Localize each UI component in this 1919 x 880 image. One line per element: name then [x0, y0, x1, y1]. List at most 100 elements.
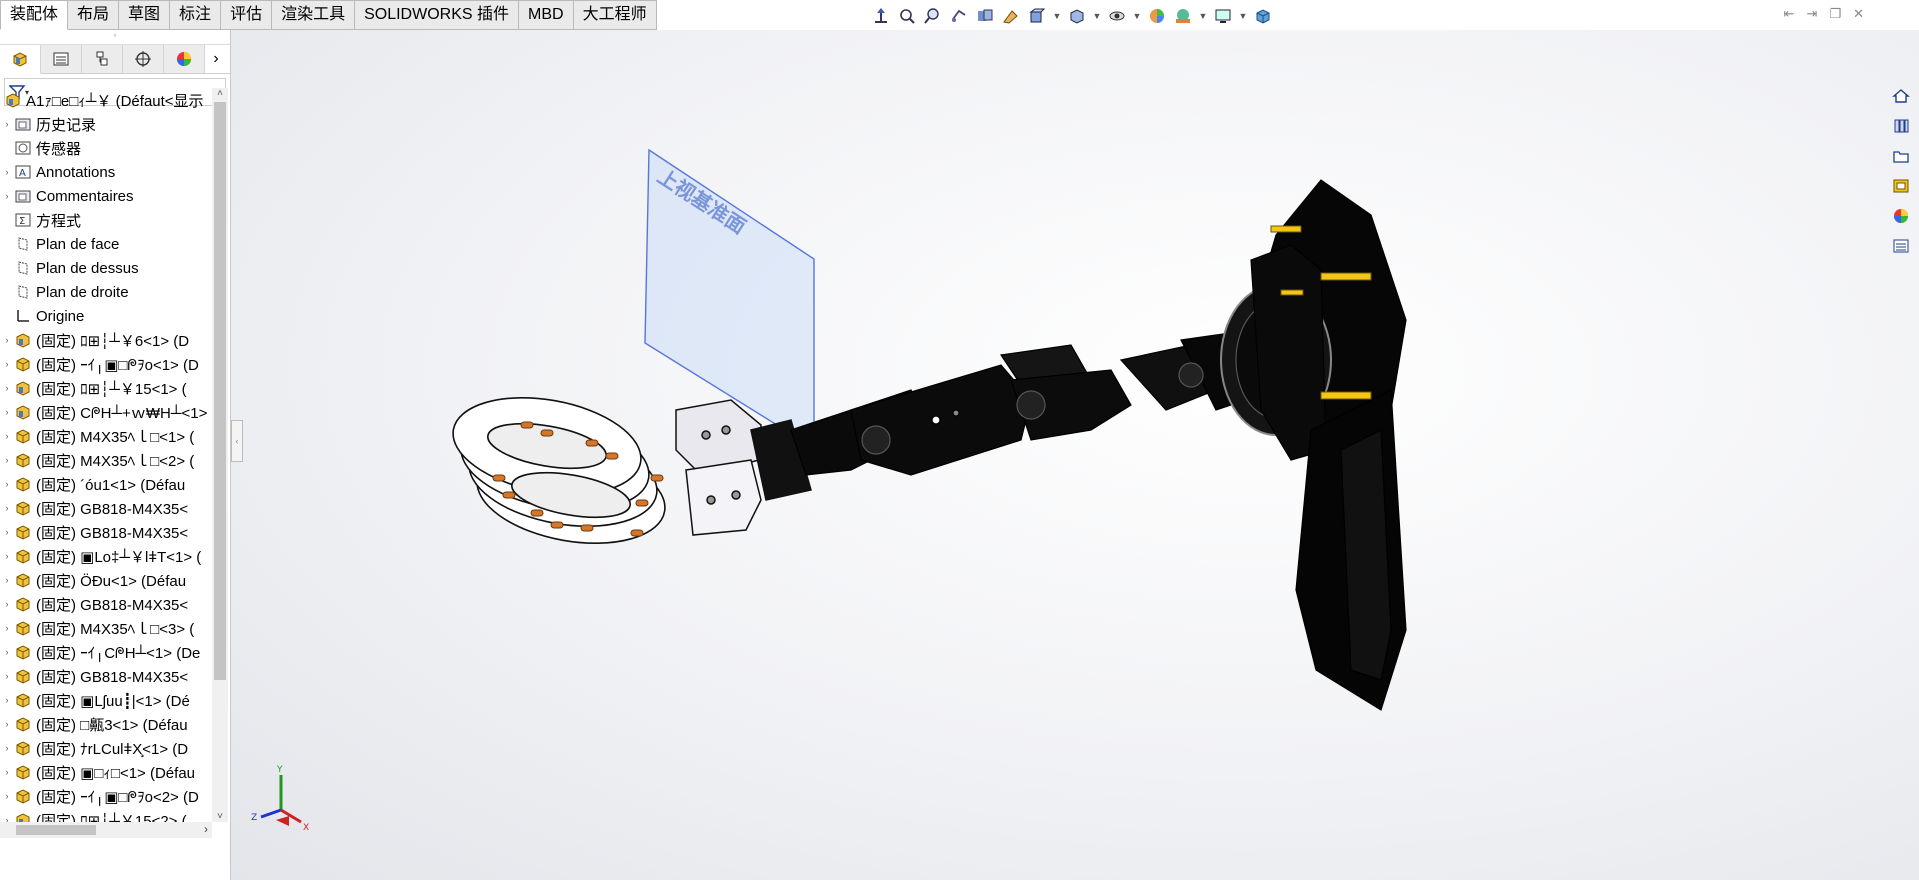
robot-arm-links[interactable] [790, 329, 1277, 476]
tab-8[interactable]: 大工程师 [573, 0, 657, 30]
wrist-bracket[interactable] [675, 399, 812, 536]
expand-arrow-icon[interactable]: › [0, 407, 14, 417]
dimxpert-tab[interactable] [123, 45, 164, 73]
chevron-down-icon[interactable]: ▼ [1238, 5, 1248, 27]
zoom-to-fit-icon[interactable] [896, 5, 918, 27]
graphics-area[interactable]: 上视基准面 Y Z X [231, 30, 1919, 880]
scene-icon[interactable] [1172, 5, 1194, 27]
tab-7[interactable]: MBD [519, 0, 574, 30]
panel-grip[interactable]: ◦ [0, 30, 230, 45]
displaymanager-tab[interactable] [164, 45, 205, 73]
file-explorer-icon[interactable] [1889, 144, 1913, 168]
scroll-down-icon[interactable]: ˅ [212, 811, 228, 822]
tree-item[interactable]: › (固定) ÖÐu<1> (Défau [0, 568, 212, 592]
tab-2[interactable]: 草图 [119, 0, 171, 30]
expand-arrow-icon[interactable]: › [0, 767, 14, 777]
expand-arrow-icon[interactable]: › [0, 335, 14, 345]
expand-arrow-icon[interactable]: › [0, 527, 14, 537]
expand-arrow-icon[interactable]: › [0, 647, 14, 657]
expand-arrow-icon[interactable]: › [0, 359, 14, 369]
tree-item[interactable]: › (固定) ｰｲ╷▣□ᖘｦo<1> (D [0, 352, 212, 376]
expand-arrow-icon[interactable]: › [0, 695, 14, 705]
appearances-icon[interactable] [1889, 204, 1913, 228]
expand-arrow-icon[interactable]: › [0, 575, 14, 585]
tree-horizontal-scrollbar[interactable]: › [0, 822, 212, 838]
expand-arrow-icon[interactable]: › [0, 383, 14, 393]
chevron-down-icon[interactable]: ▼ [1198, 5, 1208, 27]
view-orientation-icon[interactable] [1026, 5, 1048, 27]
expand-arrow-icon[interactable]: › [0, 815, 14, 822]
tree-item[interactable]: › Commentaires [0, 184, 212, 208]
edit-appearance-icon[interactable] [1146, 5, 1168, 27]
tree-item[interactable]: › (固定) CᖘH┴+ｗ₩H┴<1> ( [0, 400, 213, 424]
tree-item[interactable]: Plan de droite [0, 280, 212, 304]
expand-arrow-icon[interactable]: › [0, 719, 14, 729]
tree-item[interactable]: Origine [0, 304, 212, 328]
design-library-icon[interactable] [1889, 114, 1913, 138]
panel-splitter[interactable]: ‹ [231, 420, 243, 462]
previous-view-icon[interactable] [948, 5, 970, 27]
tree-item[interactable]: › (固定) ▣□ｨ□<1> (Défau [0, 760, 212, 784]
tab-6[interactable]: SOLIDWORKS 插件 [355, 0, 520, 30]
tree-item[interactable]: › 历史记录 [0, 112, 212, 136]
expand-arrow-icon[interactable]: › [0, 167, 14, 177]
tree-root[interactable]: A1ｧ□e□ｨ┴￥ (Défaut<显示 [0, 88, 212, 112]
tree-item[interactable]: › (固定) GB818-M4X35< [0, 520, 212, 544]
tree-vertical-scrollbar[interactable]: ˄ ˅ [212, 88, 228, 822]
home-icon[interactable] [1889, 84, 1913, 108]
robot-base[interactable] [1220, 179, 1407, 711]
tree-item[interactable]: › (固定) M4X35ﾍｌ□<1> ( [0, 424, 212, 448]
tree-item[interactable]: › (固定) ｰｲ╷▣□ᖘｦo<2> (D [0, 784, 212, 808]
display-style-icon[interactable] [1066, 5, 1088, 27]
expand-arrow-icon[interactable]: › [0, 599, 14, 609]
close-icon[interactable]: ✕ [1853, 6, 1864, 22]
tab-4[interactable]: 评估 [221, 0, 273, 30]
tree-item[interactable]: › (固定) GB818-M4X35< [0, 496, 212, 520]
tree-item[interactable]: › (固定) M4X35ﾍｌ□<2> ( [0, 448, 212, 472]
chevron-down-icon[interactable]: ▼ [1132, 5, 1142, 27]
tree-item[interactable]: › (固定) ｰｲ╷CᖘH┴<1> (De [0, 640, 212, 664]
view-palette-icon[interactable] [1889, 174, 1913, 198]
tree-item[interactable]: › A Annotations [0, 160, 212, 184]
tab-0[interactable]: 装配体 [0, 0, 69, 30]
tab-1[interactable]: 布局 [68, 0, 120, 30]
section-view-icon[interactable] [974, 5, 996, 27]
chevron-down-icon[interactable]: ▼ [1092, 5, 1102, 27]
model-viewport[interactable]: 上视基准面 Y Z X [231, 30, 1919, 880]
tree-item[interactable]: › (固定) ﾛ⊞┆┴￥6<1> (D [0, 328, 212, 352]
scroll-thumb[interactable] [214, 102, 226, 680]
expand-arrow-icon[interactable]: › [0, 623, 14, 633]
expand-icon[interactable]: ⇥ [1807, 6, 1818, 22]
scroll-up-icon[interactable]: ˄ [212, 88, 228, 99]
tab-3[interactable]: 标注 [170, 0, 222, 30]
featuremanager-tab[interactable] [0, 45, 41, 74]
tree-item[interactable]: › (固定) ﾛ⊞┆┴￥15<2> ( [0, 808, 212, 822]
scroll-thumb[interactable] [16, 825, 96, 835]
tree-item[interactable]: › (固定) ▣Lo‡┴￥lǂT<1> ( [0, 544, 212, 568]
expand-arrow-icon[interactable]: › [0, 479, 14, 489]
vertical-arrow-icon[interactable] [870, 5, 892, 27]
custom-properties-icon[interactable] [1889, 234, 1913, 258]
tree-item[interactable]: Plan de dessus [0, 256, 212, 280]
tree-item[interactable]: › (固定) ﾛ⊞┆┴￥15<1> ( [0, 376, 212, 400]
tree-item[interactable]: Plan de face [0, 232, 212, 256]
tree-item[interactable]: › (固定) GB818-M4X35< [0, 592, 212, 616]
expand-arrow-icon[interactable]: › [0, 119, 14, 129]
dynamic-annotation-icon[interactable] [1000, 5, 1022, 27]
tree-item[interactable]: Σ 方程式 [0, 208, 212, 232]
configurationmanager-tab[interactable] [82, 45, 123, 73]
expand-arrow-icon[interactable]: › [0, 431, 14, 441]
tree-item[interactable]: › (固定) M4X35ﾍｌ□<3> ( [0, 616, 212, 640]
expand-arrow-icon[interactable]: › [0, 671, 14, 681]
expand-arrow-icon[interactable]: › [0, 191, 14, 201]
tree-item[interactable]: › (固定) ﾅrLCulǂX̧<1> (D [0, 736, 212, 760]
tree-item[interactable]: 传感器 [0, 136, 212, 160]
expand-arrow-icon[interactable]: › [0, 455, 14, 465]
zoom-area-icon[interactable] [922, 5, 944, 27]
view-settings-icon[interactable] [1212, 5, 1234, 27]
chevron-down-icon[interactable]: ▼ [1052, 5, 1062, 27]
hide-show-icon[interactable] [1106, 5, 1128, 27]
cube-icon[interactable] [1252, 5, 1274, 27]
expand-arrow-icon[interactable]: › [0, 743, 14, 753]
propertymanager-tab[interactable] [41, 45, 82, 73]
